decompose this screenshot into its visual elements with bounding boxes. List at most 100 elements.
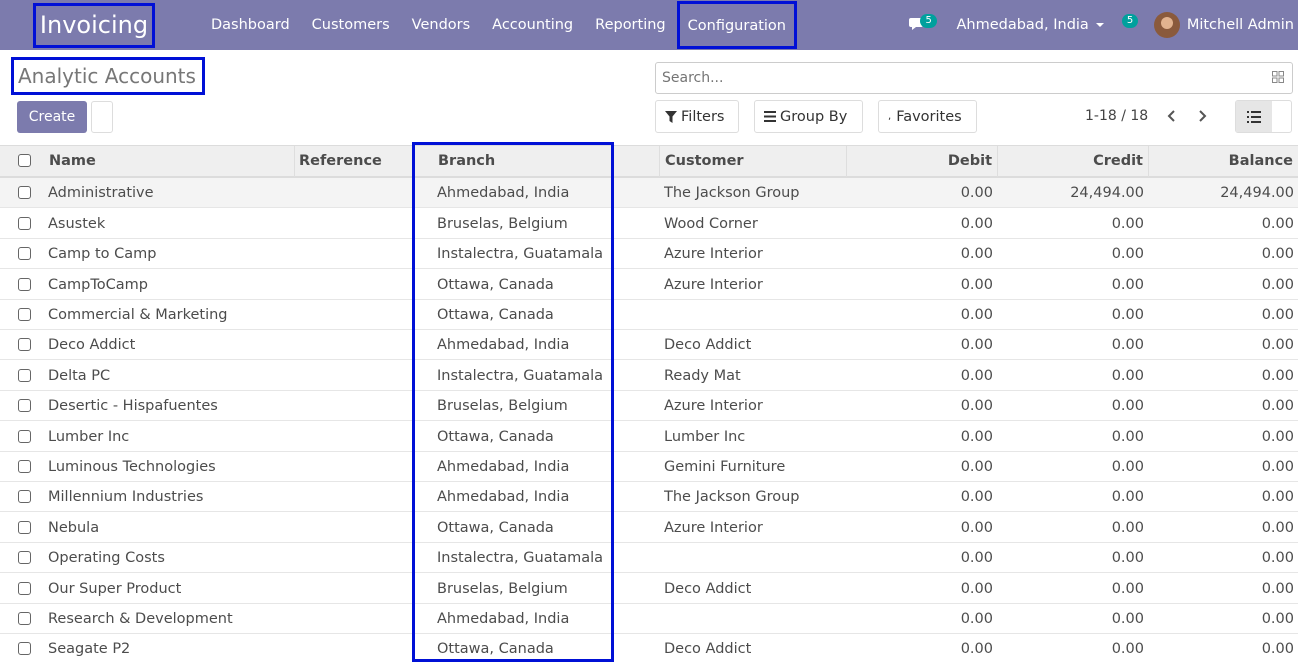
cell-name: Administrative <box>48 185 154 201</box>
select-all-checkbox[interactable] <box>18 154 31 167</box>
table-row[interactable]: CampToCamp Ottawa, Canada Azure Interior 0.… <box>0 270 1298 300</box>
cell-debit: 0.00 <box>960 550 993 566</box>
cell-balance: 24,494.00 <box>1220 185 1294 201</box>
column-debit[interactable]: Debit <box>847 146 998 177</box>
chevron-left-icon[interactable] <box>1165 108 1179 124</box>
table-row[interactable]: Seagate P2 Ottawa, Canada Deco Addict 0.00 0… <box>0 634 1298 662</box>
create-button[interactable]: Create <box>17 101 87 133</box>
cell-branch: Instalectra, Guatamala <box>437 246 604 262</box>
column-name[interactable]: Name <box>44 146 295 177</box>
menu-reporting[interactable]: Reporting <box>584 0 677 50</box>
column-customer[interactable]: Customer <box>660 146 847 177</box>
cell-credit: 0.00 <box>1111 489 1144 505</box>
user-name: Mitchell Admin <box>1186 17 1294 33</box>
table-row[interactable]: Delta PC Instalectra, Guatamala Ready Mat 0… <box>0 361 1298 391</box>
cell-customer: Gemini Furniture <box>664 459 786 475</box>
row-checkbox[interactable] <box>18 217 31 230</box>
cell-debit: 0.00 <box>960 337 993 353</box>
table-row[interactable]: Millennium Industries Ahmedabad, India The… <box>0 482 1298 512</box>
row-checkbox[interactable] <box>18 338 31 351</box>
messages-button[interactable]: 5 <box>908 0 944 50</box>
cell-credit: 24,494.00 <box>1070 185 1144 201</box>
cell-balance: 0.00 <box>1261 550 1294 566</box>
cell-name: Luminous Technologies <box>48 459 216 475</box>
column-credit[interactable]: Credit <box>998 146 1149 177</box>
row-checkbox[interactable] <box>18 278 31 291</box>
table-row[interactable]: Deco Addict Ahmedabad, India Deco Addict 0.… <box>0 330 1298 360</box>
search-options-icon[interactable] <box>1272 71 1284 83</box>
table-row[interactable]: Nebula Ottawa, Canada Azure Interior 0.00 0.… <box>0 513 1298 543</box>
row-checkbox[interactable] <box>18 460 31 473</box>
cell-customer: Azure Interior <box>664 520 763 536</box>
activity-button[interactable]: 5 <box>1114 0 1154 50</box>
column-balance[interactable]: Balance <box>1149 146 1298 177</box>
app-name[interactable]: Invoicing <box>33 3 155 48</box>
table-row[interactable]: Our Super Product Bruselas, Belgium Deco A… <box>0 574 1298 604</box>
chevron-right-icon[interactable] <box>1195 108 1209 124</box>
cell-debit: 0.00 <box>960 520 993 536</box>
cell-name: Commercial & Marketing <box>48 307 228 323</box>
cell-branch: Ahmedabad, India <box>437 611 570 627</box>
column-reference[interactable]: Reference <box>295 146 413 177</box>
row-checkbox[interactable] <box>18 399 31 412</box>
row-checkbox[interactable] <box>18 369 31 382</box>
cell-balance: 0.00 <box>1261 398 1294 414</box>
menu-accounting[interactable]: Accounting <box>481 0 584 50</box>
favorites-button[interactable]: , Favorites <box>878 100 977 133</box>
company-switcher[interactable]: Ahmedabad, India <box>956 17 1104 33</box>
cell-credit: 0.00 <box>1111 398 1144 414</box>
cell-balance: 0.00 <box>1261 459 1294 475</box>
search-input[interactable] <box>656 63 1256 93</box>
table-row[interactable]: Luminous Technologies Ahmedabad, India Gem… <box>0 452 1298 482</box>
cell-credit: 0.00 <box>1111 216 1144 232</box>
table-row[interactable]: Lumber Inc Ottawa, Canada Lumber Inc 0.00 0.… <box>0 422 1298 452</box>
cell-debit: 0.00 <box>960 368 993 384</box>
cell-branch: Ottawa, Canada <box>437 520 554 536</box>
row-checkbox[interactable] <box>18 551 31 564</box>
import-button[interactable] <box>91 101 113 133</box>
cell-customer: The Jackson Group <box>664 489 800 505</box>
cell-balance: 0.00 <box>1261 641 1294 657</box>
row-checkbox[interactable] <box>18 521 31 534</box>
cell-credit: 0.00 <box>1111 337 1144 353</box>
table-row[interactable]: Camp to Camp Instalectra, Guatamala Azure … <box>0 239 1298 269</box>
menu-configuration[interactable]: Configuration <box>676 1 797 49</box>
row-checkbox[interactable] <box>18 308 31 321</box>
cell-branch: Bruselas, Belgium <box>437 581 568 597</box>
row-checkbox[interactable] <box>18 247 31 260</box>
row-checkbox[interactable] <box>18 186 31 199</box>
table-row[interactable]: Administrative Ahmedabad, India The Jackso… <box>0 178 1298 208</box>
cell-name: Lumber Inc <box>48 429 130 445</box>
cell-branch: Ahmedabad, India <box>437 489 570 505</box>
row-checkbox[interactable] <box>18 642 31 655</box>
row-checkbox[interactable] <box>18 490 31 503</box>
cell-customer: Lumber Inc <box>664 429 746 445</box>
cell-credit: 0.00 <box>1111 246 1144 262</box>
menu-dashboard[interactable]: Dashboard <box>200 0 301 50</box>
cell-credit: 0.00 <box>1111 520 1144 536</box>
cell-balance: 0.00 <box>1261 489 1294 505</box>
list-view-button[interactable] <box>1236 101 1272 132</box>
cell-branch: Instalectra, Guatamala <box>437 368 604 384</box>
table-header: Name Reference Branch Customer Debit Cre… <box>0 145 1298 178</box>
cell-reference <box>299 209 409 239</box>
table-row[interactable]: Commercial & Marketing Ottawa, Canada 0.00… <box>0 300 1298 330</box>
row-checkbox[interactable] <box>18 430 31 443</box>
group-by-button[interactable]: Group By <box>754 100 863 133</box>
table-row[interactable]: Asustek Bruselas, Belgium Wood Corner 0.00 0… <box>0 209 1298 239</box>
filters-button[interactable]: Filters <box>655 100 739 133</box>
row-checkbox[interactable] <box>18 612 31 625</box>
cell-reference <box>299 270 409 300</box>
cell-branch: Bruselas, Belgium <box>437 398 568 414</box>
user-menu[interactable]: Mitchell Admin <box>1153 12 1294 38</box>
row-checkbox[interactable] <box>18 582 31 595</box>
cell-debit: 0.00 <box>960 429 993 445</box>
table-row[interactable]: Desertic - Hispafuentes Bruselas, Belgium… <box>0 391 1298 421</box>
menu-vendors[interactable]: Vendors <box>401 0 482 50</box>
table-row[interactable]: Operating Costs Instalectra, Guatamala 0.0… <box>0 543 1298 573</box>
column-branch[interactable]: Branch <box>433 146 660 177</box>
main-menu: Dashboard Customers Vendors Accounting R… <box>200 0 797 50</box>
pager-value[interactable]: 1-18 / 18 <box>1085 108 1148 124</box>
menu-customers[interactable]: Customers <box>301 0 401 50</box>
table-row[interactable]: Research & Development Ahmedabad, India 0.… <box>0 604 1298 634</box>
